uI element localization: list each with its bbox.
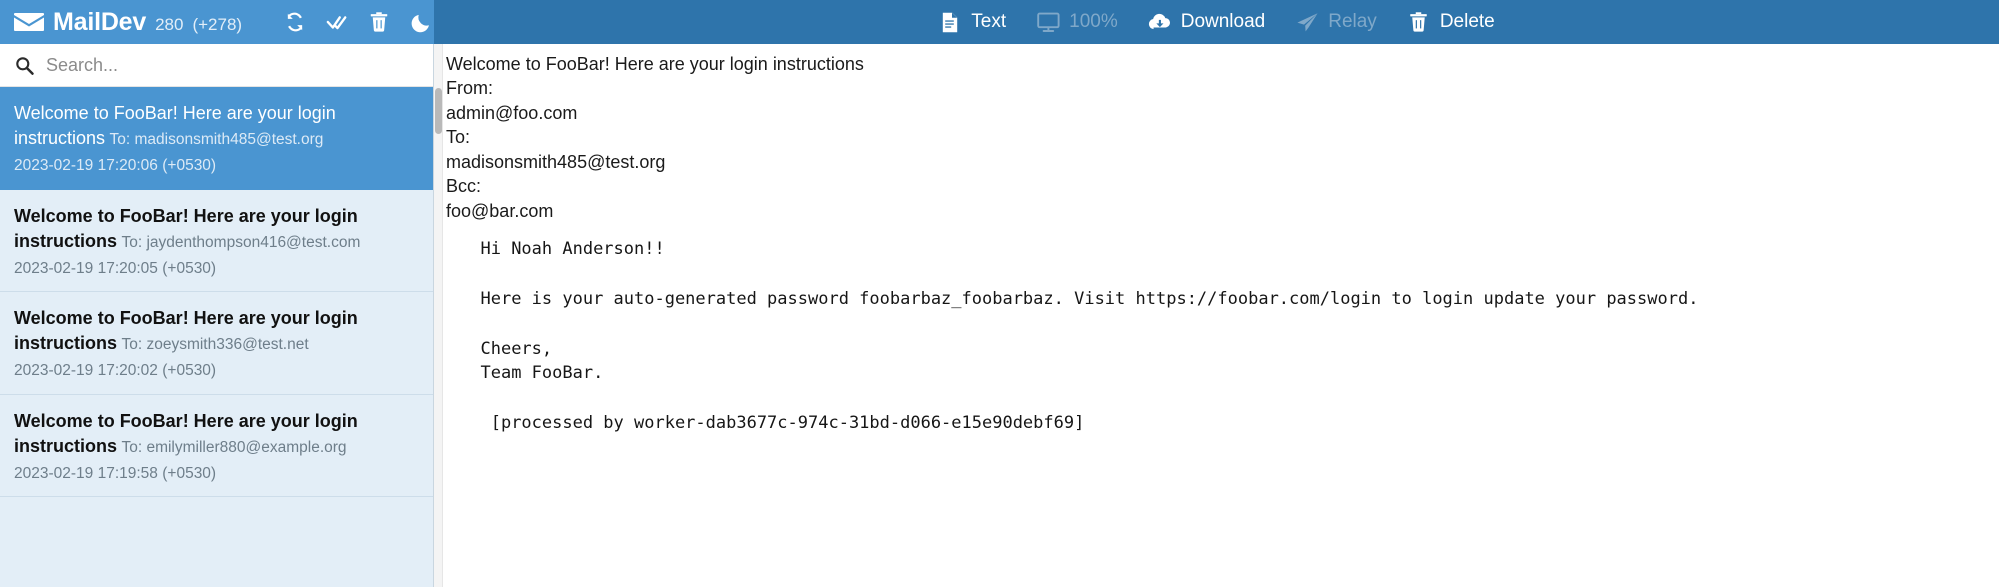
mail-date: 2023-02-19 17:19:58 (+0530) (14, 464, 217, 482)
view-text-label: Text (971, 11, 1007, 32)
mail-recipient: To: zoeysmith336@test.net (121, 336, 309, 354)
from-label: From: (446, 78, 493, 99)
view-text-button[interactable]: Text (938, 10, 1006, 34)
mail-recipient: To: emilymiller880@example.org (121, 438, 347, 456)
zoom-level-button[interactable]: 100% (1036, 10, 1118, 34)
mark-all-read-icon[interactable] (326, 11, 348, 33)
top-bar-actions: Text 100% Download Relay Delete (434, 0, 1999, 44)
top-bar-left-section: MailDev 280 (+278) (0, 0, 474, 44)
download-button[interactable]: Download (1148, 10, 1266, 34)
monitor-icon (1036, 10, 1060, 34)
mail-date: 2023-02-19 17:20:02 (+0530) (14, 362, 217, 380)
zoom-level-label: 100% (1069, 11, 1118, 32)
body-area: Welcome to FooBar! Here are your login i… (0, 44, 1999, 587)
bcc-label: Bcc: (446, 176, 482, 197)
bcc-value: foo@bar.com (446, 200, 554, 221)
mail-body-text: Hi Noah Anderson!! Here is your auto-gen… (480, 239, 1699, 433)
mail-content: Welcome to FooBar! Here are your login i… (434, 44, 1999, 587)
document-icon (938, 10, 962, 34)
brand: MailDev 280 (+278) (14, 8, 242, 37)
relay-button[interactable]: Relay (1295, 10, 1377, 34)
delete-label: Delete (1439, 11, 1495, 32)
list-item[interactable]: Welcome to FooBar! Here are your login i… (0, 87, 433, 190)
mail-date: 2023-02-19 17:20:06 (+0530) (14, 157, 217, 175)
trash-icon (1407, 10, 1431, 34)
to-label: To: (446, 127, 471, 148)
mail-recipient: To: jaydenthompson416@test.com (121, 233, 361, 251)
to-value: madisonsmith485@test.org (446, 151, 666, 172)
from-value: admin@foo.com (446, 102, 578, 123)
relay-label: Relay (1328, 11, 1377, 32)
paper-plane-icon (1295, 10, 1319, 34)
download-label: Download (1180, 11, 1266, 32)
brand-name: MailDev (53, 7, 147, 36)
refresh-icon[interactable] (284, 11, 306, 33)
cloud-download-icon (1148, 10, 1172, 34)
sidebar: Welcome to FooBar! Here are your login i… (0, 44, 434, 587)
new-mail-count: (+278) (192, 14, 243, 34)
maildev-app: MailDev 280 (+278) Text 100% Download Re… (0, 0, 1999, 587)
envelope-icon (14, 11, 44, 33)
search-icon (14, 55, 34, 75)
list-item[interactable]: Welcome to FooBar! Here are your login i… (0, 190, 433, 293)
mail-headers: Welcome to FooBar! Here are your login i… (444, 52, 1999, 223)
scrollbar-thumb[interactable] (435, 88, 442, 134)
dark-mode-icon[interactable] (410, 11, 432, 33)
mail-count: 280 (155, 14, 184, 34)
mail-recipient: To: madisonsmith485@test.org (109, 131, 324, 149)
mail-detail-pane: Welcome to FooBar! Here are your login i… (434, 44, 1999, 587)
search-input[interactable] (46, 54, 419, 76)
delete-button[interactable]: Delete (1407, 10, 1495, 34)
list-item[interactable]: Welcome to FooBar! Here are your login i… (0, 395, 433, 498)
mail-date: 2023-02-19 17:20:05 (+0530) (14, 259, 217, 277)
delete-all-icon[interactable] (368, 11, 390, 33)
detail-subject: Welcome to FooBar! Here are your login i… (446, 54, 864, 74)
list-item[interactable]: Welcome to FooBar! Here are your login i… (0, 292, 433, 395)
scrollbar-track[interactable] (434, 44, 443, 587)
mail-list[interactable]: Welcome to FooBar! Here are your login i… (0, 87, 433, 587)
search-bar[interactable] (0, 44, 433, 87)
top-bar: MailDev 280 (+278) Text 100% Download Re… (0, 0, 1999, 44)
